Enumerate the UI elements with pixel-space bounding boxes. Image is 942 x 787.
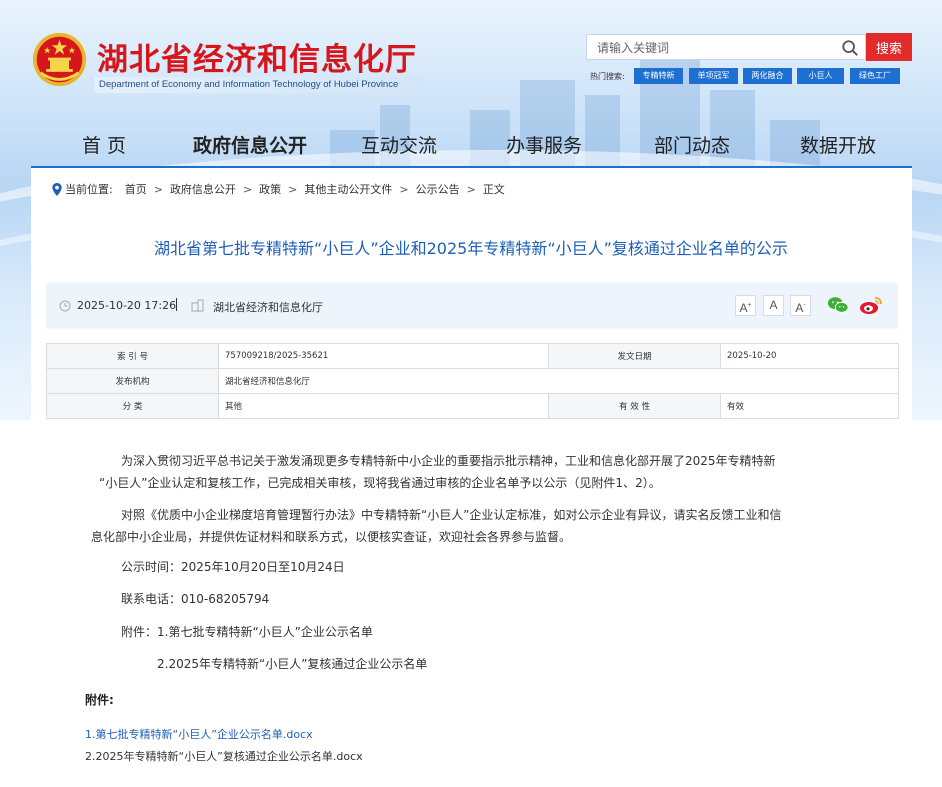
paragraph-intro: 为深入贯彻习近平总书记关于激发涌现更多专精特新中小企业的重要指示批示精神，工业和…: [99, 450, 776, 494]
breadcrumb-separator: >: [288, 182, 298, 196]
text-line: 对照《优质中小企业梯度培育管理暂行办法》中专精特新“小巨人”企业认定标准，如对公…: [121, 508, 782, 522]
search-icon[interactable]: [841, 39, 859, 57]
breadcrumb-home[interactable]: 首页: [125, 181, 147, 197]
breadcrumb-other-files[interactable]: 其他主动公开文件: [304, 181, 392, 197]
breadcrumb: 当前位置: 首页 > 政府信息公开 > 政策 > 其他主动公开文件 > 公示公告…: [52, 181, 505, 197]
national-emblem-icon: [32, 32, 87, 87]
table-row: 发布机构 湖北省经济和信息化厅: [46, 368, 899, 394]
publish-source: 湖北省经济和信息化厅: [213, 301, 323, 314]
breadcrumb-separator: >: [399, 182, 409, 196]
breadcrumb-announcements[interactable]: 公示公告: [416, 181, 460, 197]
hot-tag-lvsegongchang[interactable]: 绿色工厂: [850, 68, 900, 84]
notice-period: 公示时间：2025年10月20日至10月24日: [121, 560, 345, 574]
breadcrumb-policy[interactable]: 政策: [259, 181, 281, 197]
table-value: 有效: [720, 393, 899, 419]
font-increase-button[interactable]: A+: [735, 295, 756, 316]
text-line: 息化部中小企业局，并提供佐证材料和联系方式，以便核实查证，欢迎社会各界参与监督。: [91, 530, 572, 544]
hot-tag-lianghuarhonghe[interactable]: 两化融合: [743, 68, 792, 84]
text-line: “小巨人”企业认定和复核工作，已完成相关审核，现将我省通过审核的企业名单予以公示…: [99, 476, 661, 490]
weibo-share-icon[interactable]: [859, 295, 883, 315]
wechat-share-icon[interactable]: [827, 295, 849, 315]
table-key: 有 效 性: [548, 393, 721, 419]
table-value: 湖北省经济和信息化厅: [218, 368, 899, 394]
site-title[interactable]: 湖北省经济和信息化厅: [97, 34, 417, 79]
hot-tag-danxiangguanjun[interactable]: 单项冠军: [689, 68, 738, 84]
table-key: 发布机构: [46, 368, 219, 394]
site-subtitle: Department of Economy and Information Te…: [99, 79, 399, 90]
breadcrumb-separator: >: [242, 182, 253, 196]
paragraph-objection: 对照《优质中小企业梯度培育管理暂行办法》中专精特新“小巨人”企业认定标准，如对公…: [91, 504, 782, 548]
location-pin-icon: [52, 182, 62, 196]
nav-services[interactable]: 办事服务: [506, 131, 582, 158]
breadcrumb-separator: >: [153, 182, 163, 196]
hot-tag-zhuanjingtexin[interactable]: 专精特新: [634, 68, 683, 84]
nav-home[interactable]: 首 页: [82, 131, 126, 158]
attachment-link-2[interactable]: 2.2025年专精特新“小巨人”复核通过企业公示名单.docx: [85, 748, 363, 764]
hot-tag-xiaojuren[interactable]: 小巨人: [797, 68, 844, 84]
table-row: 索 引 号 757009218/2025-35621 发文日期 2025-10-…: [46, 343, 899, 369]
nav-gov-info[interactable]: 政府信息公开: [193, 131, 307, 158]
attachments-heading: 附件:: [85, 693, 114, 707]
search-box: [586, 34, 866, 60]
breadcrumb-separator: >: [466, 182, 476, 196]
breadcrumb-label: 当前位置:: [65, 183, 113, 196]
table-value: 757009218/2025-35621: [218, 343, 549, 369]
clock-icon: [59, 300, 71, 312]
table-key: 索 引 号: [46, 343, 219, 369]
article-title: 湖北省第七批专精特新“小巨人”企业和2025年专精特新“小巨人”复核通过企业名单…: [154, 239, 788, 258]
hot-search-label: 热门搜索:: [590, 72, 625, 81]
table-key: 发文日期: [548, 343, 721, 369]
publish-date: 2025-10-20 17:26: [77, 299, 177, 312]
text-line: 为深入贯彻习近平总书记关于激发涌现更多专精特新中小企业的重要指示批示精神，工业和…: [121, 454, 776, 468]
document-info-table: 索 引 号 757009218/2025-35621 发文日期 2025-10-…: [46, 343, 899, 419]
breadcrumb-gov-info[interactable]: 政府信息公开: [170, 181, 236, 197]
font-reset-button[interactable]: A: [763, 295, 784, 316]
nav-open-data[interactable]: 数据开放: [800, 131, 876, 158]
search-input[interactable]: [597, 39, 832, 57]
contact-phone: 联系电话：010-68205794: [121, 592, 270, 606]
attachment-link-1[interactable]: 1.第七批专精特新“小巨人”企业公示名单.docx: [85, 726, 313, 742]
table-value: 其他: [218, 393, 549, 419]
nav-dept-news[interactable]: 部门动态: [654, 131, 730, 158]
nav-interaction[interactable]: 互动交流: [361, 131, 437, 158]
organization-icon: [191, 299, 204, 312]
table-key: 分 类: [46, 393, 219, 419]
meta-divider: [176, 298, 177, 311]
font-decrease-button[interactable]: A-: [790, 295, 811, 316]
attachment-list-item: 2.2025年专精特新“小巨人”复核通过企业公示名单: [157, 657, 428, 671]
breadcrumb-current: 正文: [482, 183, 505, 196]
table-row: 分 类 其他 有 效 性 有效: [46, 393, 899, 419]
search-button[interactable]: 搜索: [866, 33, 912, 61]
table-value: 2025-10-20: [720, 343, 899, 369]
attachment-list-item: 附件：1.第七批专精特新“小巨人”企业公示名单: [121, 625, 373, 639]
